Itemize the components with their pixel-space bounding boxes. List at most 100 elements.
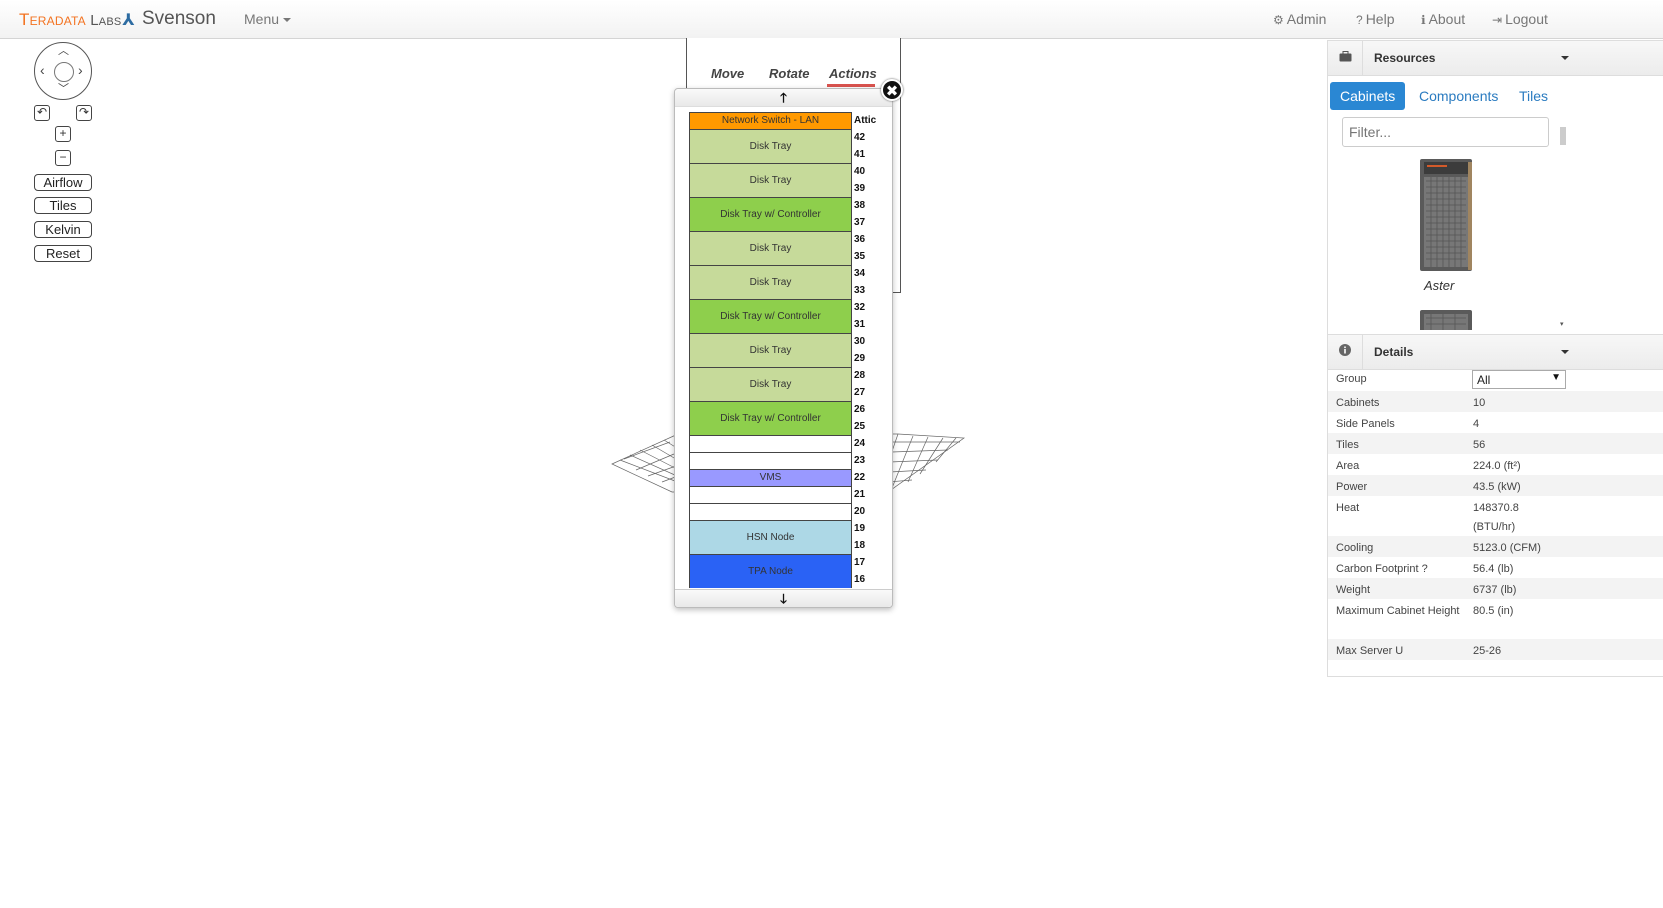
pan-control[interactable]: ︿ ﹀ ‹ › [34,42,92,100]
airflow-button[interactable]: Airflow [34,174,92,191]
detail-value: 10 [1473,397,1486,409]
collapse-caret-icon[interactable] [1561,56,1569,60]
rack-unit-number: 30 [854,336,866,347]
rack-slot[interactable]: Disk Tray [689,129,852,164]
group-select-value: All [1477,373,1491,387]
details-header[interactable]: Details [1328,334,1663,370]
rack-slot[interactable] [689,486,852,504]
teradata-labs-logo[interactable]: Teradata Labs⅄ [19,10,135,30]
pan-down-icon[interactable]: ﹀ [58,84,69,95]
rack-slot[interactable] [689,503,852,521]
tab-components[interactable]: Components [1409,82,1508,110]
rack-slot[interactable]: Disk Tray w/ Controller [689,197,852,232]
rack-unit-number: 25 [854,421,866,432]
group-select[interactable]: All ▼ [1472,370,1566,389]
kelvin-button[interactable]: Kelvin [34,221,92,238]
rack-unit-number: 37 [854,217,866,228]
tab-rotate[interactable]: Rotate [769,66,809,81]
rack-slot[interactable]: Disk Tray [689,333,852,368]
rack-unit-number: 41 [854,149,866,160]
detail-row: Cabinets 10 [1328,391,1663,412]
detail-value: 80.5 (in) [1473,605,1514,617]
details-title: Details [1374,345,1414,359]
detail-value: 6737 (lb) [1473,584,1517,596]
detail-row: Side Panels 4 [1328,412,1663,433]
rack-unit-number: 31 [854,319,866,330]
scroll-down-button[interactable]: 🡓 [675,589,892,607]
detail-value: 56.4 (lb) [1473,563,1514,575]
tiles-button[interactable]: Tiles [34,197,92,214]
zoom-out-icon[interactable]: − [55,150,71,166]
detail-row: Tiles 56 [1328,433,1663,454]
about-label: About [1428,11,1466,27]
detail-value: 25-26 [1473,645,1502,657]
aster-cabinet-image[interactable] [1417,157,1475,273]
collapse-caret-icon[interactable] [1561,350,1569,354]
app-brand[interactable]: Svenson [142,8,216,30]
rack-slot[interactable]: HSN Node [689,520,852,555]
pan-center-icon[interactable] [54,62,74,82]
tab-cabinets[interactable]: Cabinets [1330,82,1406,110]
detail-value: 5123.0 (CFM) [1473,542,1541,554]
detail-key: Weight [1336,584,1371,596]
pan-up-icon[interactable]: ︿ [58,46,69,57]
rack-unit-number: 29 [854,353,866,364]
detail-key: Area [1336,460,1360,472]
cogs-icon: ⚙ [1273,13,1284,27]
detail-value: 148370.8 (BTU/hr) [1473,502,1519,533]
logout-link[interactable]: ⇥ Logout [1492,11,1548,27]
rack-slot[interactable] [689,435,852,453]
rack-slot[interactable]: Disk Tray [689,265,852,300]
rack-unit-number: 32 [854,302,866,313]
logo-text-teradata: Teradata [19,10,86,29]
logout-label: Logout [1505,11,1548,27]
reset-button[interactable]: Reset [34,245,92,262]
cabinet-thumbnail[interactable] [1417,308,1475,330]
rack-slot[interactable]: Network Switch - LAN [689,112,852,130]
tab-move[interactable]: Move [711,66,744,81]
rack-slot[interactable]: TPA Node [689,554,852,588]
rack-slot[interactable]: Disk Tray [689,163,852,198]
rotate-right-icon[interactable]: ↷ [76,105,92,121]
rack-slot[interactable]: VMS [689,469,852,487]
about-link[interactable]: ℹ About [1421,11,1465,27]
pan-right-icon[interactable]: › [78,63,83,77]
rack-slot[interactable] [689,452,852,470]
help-label: Help [1365,11,1395,27]
admin-link[interactable]: ⚙ Admin [1273,11,1326,27]
resources-scrollbar[interactable]: ▾ [1560,115,1566,328]
pan-left-icon[interactable]: ‹ [40,63,45,77]
help-link[interactable]: ? Help [1356,11,1394,27]
attic-label: Attic [854,115,877,126]
rack-slot[interactable]: Disk Tray w/ Controller [689,299,852,334]
rack-unit-number: 36 [854,234,866,245]
rack-slot[interactable]: Disk Tray [689,231,852,266]
rack-unit-number: 34 [854,268,866,279]
admin-label: Admin [1286,11,1327,27]
rotate-left-icon[interactable]: ↶ [34,105,50,121]
tab-actions[interactable]: Actions [829,66,877,81]
rack-slot[interactable]: Disk Tray [689,367,852,402]
rack-unit-number: 33 [854,285,866,296]
close-icon[interactable]: ✖ [881,79,903,101]
rack-unit-number: 26 [854,404,866,415]
top-navbar: Teradata Labs⅄ Svenson Menu ⚙ Admin ? Help… [0,0,1663,39]
zoom-in-icon[interactable]: + [55,126,71,142]
filter-input[interactable] [1342,117,1549,147]
detail-row: Weight 6737 (lb) [1328,578,1663,599]
menu-dropdown[interactable]: Menu [244,11,292,27]
detail-value: 4 [1473,418,1480,430]
logo-mark-icon: ⅄ [122,12,135,29]
cabinet-label-aster: Aster [1424,278,1455,293]
rack-slots: Attic Network Switch - LAN Disk Tray Disk … [689,112,889,588]
scroll-up-button[interactable]: 🡑 [675,89,892,107]
resources-header[interactable]: Resources [1328,40,1663,76]
tab-tiles[interactable]: Tiles [1509,82,1558,110]
rack-unit-number: 40 [854,166,866,177]
detail-key: Carbon Footprint ? [1336,563,1428,575]
rack-unit-number: 21 [854,489,866,500]
rack-slot[interactable]: Disk Tray w/ Controller [689,401,852,436]
logo-text-labs: Labs [90,12,122,29]
detail-row-group: Group All ▼ [1328,370,1663,391]
rack-unit-number: 35 [854,251,866,262]
